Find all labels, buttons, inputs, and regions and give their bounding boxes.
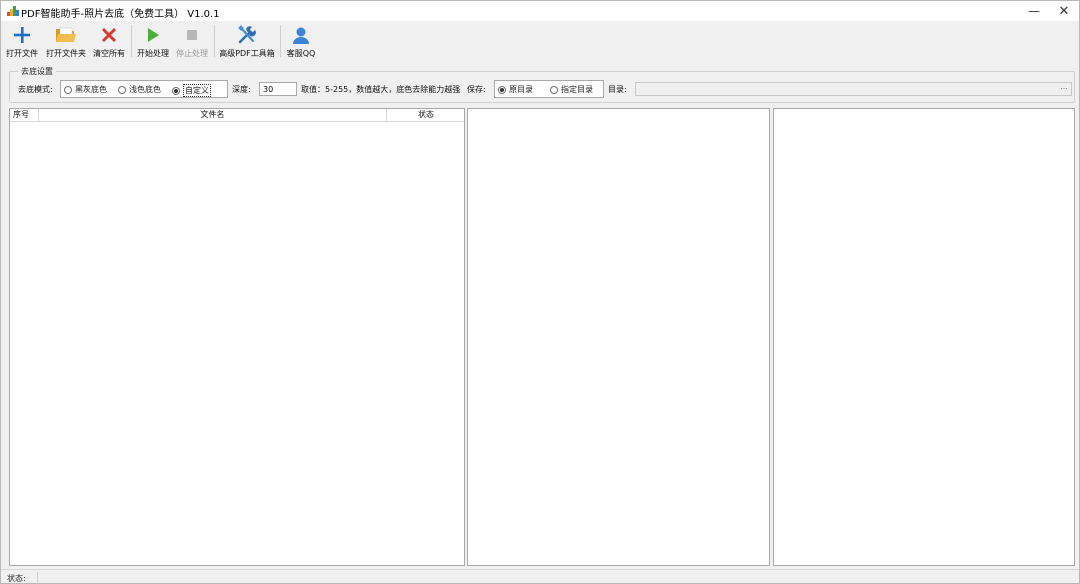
open-folder-label: 打开文件夹	[46, 49, 86, 58]
toolbar: 打开文件 打开文件夹 清空所有 开始处理 停止处理 高级PDF工具箱 客服QQ	[1, 21, 1079, 63]
radio-indicator	[550, 85, 558, 94]
mode-label: 去底模式:	[18, 85, 53, 94]
status-separator	[37, 572, 38, 583]
processed-preview-panel	[773, 108, 1075, 566]
stop-processing-label: 停止处理	[176, 49, 208, 58]
toolbar-separator	[214, 25, 215, 57]
depth-input[interactable]	[259, 82, 297, 96]
toolbar-separator	[280, 25, 281, 57]
support-qq-button[interactable]: 客服QQ	[284, 21, 318, 63]
open-folder-button[interactable]: 打开文件夹	[44, 21, 88, 63]
column-header-status[interactable]: 状态	[387, 109, 465, 122]
radio-indicator	[64, 85, 72, 94]
stop-processing-button[interactable]: 停止处理	[174, 21, 210, 63]
user-icon	[290, 24, 312, 46]
advanced-toolbox-button[interactable]: 高级PDF工具箱	[218, 21, 276, 63]
support-qq-label: 客服QQ	[286, 49, 316, 58]
app-window: PDF智能助手-照片去底（免费工具） V1.0.1 — ✕ 打开文件 打开文件夹	[0, 0, 1080, 584]
column-header-index[interactable]: 序号	[10, 109, 39, 122]
radio-original-dir-label: 原目录	[509, 85, 533, 94]
minimize-button[interactable]: —	[1019, 1, 1049, 21]
start-processing-button[interactable]: 开始处理	[135, 21, 171, 63]
directory-input[interactable]: ...	[635, 82, 1072, 96]
clear-all-label: 清空所有	[93, 49, 125, 58]
stop-icon	[181, 24, 203, 46]
radio-custom[interactable]: 自定义	[172, 84, 211, 97]
delete-x-icon	[98, 24, 120, 46]
radio-original-dir[interactable]: 原目录	[498, 84, 533, 95]
window-title: PDF智能助手-照片去底（免费工具） V1.0.1	[21, 9, 220, 20]
directory-label: 目录:	[608, 85, 627, 94]
close-button[interactable]: ✕	[1049, 1, 1079, 21]
radio-indicator-selected	[172, 86, 180, 95]
toolbar-separator	[131, 25, 132, 57]
radio-indicator	[118, 85, 126, 94]
title-bar: PDF智能助手-照片去底（免费工具） V1.0.1 — ✕	[1, 1, 1079, 21]
clear-all-button[interactable]: 清空所有	[91, 21, 127, 63]
radio-light-color[interactable]: 浅色底色	[118, 84, 161, 95]
depth-label: 深度:	[232, 85, 251, 94]
file-list-header: 序号 文件名 状态	[10, 109, 464, 122]
file-list-panel[interactable]: 序号 文件名 状态	[9, 108, 465, 566]
status-label: 状态:	[7, 574, 26, 583]
radio-black-gray[interactable]: 黑灰底色	[64, 84, 107, 95]
radio-specified-dir-label: 指定目录	[561, 85, 593, 94]
save-label: 保存:	[467, 85, 486, 94]
save-radio-group: 原目录 指定目录	[494, 80, 604, 98]
open-file-label: 打开文件	[6, 49, 38, 58]
radio-specified-dir[interactable]: 指定目录	[550, 84, 593, 95]
radio-black-gray-label: 黑灰底色	[75, 85, 107, 94]
play-icon	[142, 24, 164, 46]
radio-custom-label: 自定义	[183, 84, 211, 97]
app-logo-icon	[7, 6, 19, 16]
depth-range-hint: 取值：5-255，数值越大，底色去除能力越强	[301, 85, 461, 94]
background-removal-settings: 去底设置 去底模式: 黑灰底色 浅色底色 自定义 深度: 取值：5-255，数值…	[9, 66, 1075, 103]
open-file-button[interactable]: 打开文件	[3, 21, 41, 63]
advanced-toolbox-label: 高级PDF工具箱	[219, 49, 275, 58]
original-preview-panel	[467, 108, 770, 566]
tools-icon	[236, 24, 258, 46]
folder-open-icon	[55, 24, 77, 46]
plus-icon	[11, 24, 33, 46]
start-processing-label: 开始处理	[137, 49, 169, 58]
browse-button[interactable]: ...	[1058, 84, 1070, 94]
mode-radio-group: 黑灰底色 浅色底色 自定义	[60, 80, 228, 98]
column-header-filename[interactable]: 文件名	[39, 109, 387, 122]
radio-indicator-selected	[498, 85, 506, 94]
radio-light-color-label: 浅色底色	[129, 85, 161, 94]
settings-group-title: 去底设置	[18, 66, 56, 77]
status-bar: 状态:	[1, 569, 1079, 583]
